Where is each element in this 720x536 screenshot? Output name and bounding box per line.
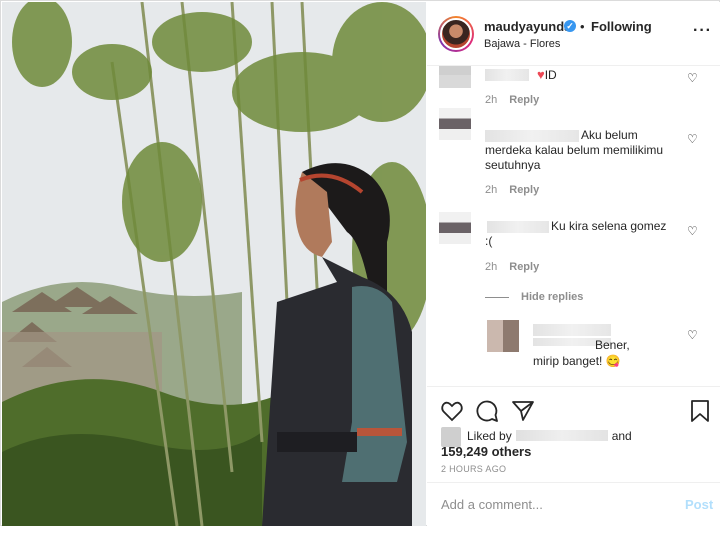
comment-time: 2h <box>485 184 498 196</box>
post-location[interactable]: Bajawa - Flores <box>484 38 560 50</box>
comment-text: ♥ID <box>537 67 557 83</box>
add-comment-input[interactable] <box>441 497 661 512</box>
share-icon[interactable] <box>511 399 535 423</box>
comment-like-heart-icon[interactable]: ♡ <box>687 132 698 146</box>
redacted-username <box>487 221 549 233</box>
add-comment-bar: Post <box>427 482 720 526</box>
comment-text-line: Ku kira selena gomez <box>551 219 667 233</box>
post-header: maudyayunda ✓ • Following Bajawa - Flore… <box>427 2 720 66</box>
comment-icon[interactable] <box>475 399 499 423</box>
redacted-username <box>485 130 579 142</box>
comment-text-line: merdeka kalau belum memilikimu <box>485 143 664 157</box>
comment-text-line: Aku belum <box>581 128 638 142</box>
comment-meta: 2h Reply <box>485 184 539 196</box>
redacted-liker <box>515 430 608 441</box>
instagram-post-frame: maudyayunda ✓ • Following Bajawa - Flore… <box>0 0 720 526</box>
comment-meta: 2h Reply <box>485 261 539 273</box>
reply-button[interactable]: Reply <box>509 94 539 106</box>
author-username[interactable]: maudyayunda <box>484 19 571 34</box>
photo-illustration <box>2 2 426 526</box>
verified-badge-icon: ✓ <box>564 20 576 32</box>
reply-button[interactable]: Reply <box>509 261 539 273</box>
reply-button[interactable]: Reply <box>509 184 539 196</box>
redacted-username <box>533 324 611 336</box>
avatar-image <box>440 18 472 50</box>
red-heart-emoji-icon: ♥ <box>537 67 545 82</box>
likes-count[interactable]: 159,249 others <box>441 444 531 459</box>
following-button[interactable]: Following <box>591 19 652 34</box>
comment-text-line: :( <box>485 234 493 248</box>
comment-text-value: ID <box>544 68 557 82</box>
author-avatar[interactable] <box>438 16 474 52</box>
reply-text-line: Bener, <box>595 338 630 352</box>
comment-time: 2h <box>485 94 498 106</box>
comment-like-heart-icon[interactable]: ♡ <box>687 71 698 85</box>
reply-text-line: mirip banget! 😋 <box>533 354 621 368</box>
comment-meta: 2h Reply <box>485 94 539 106</box>
commenter-avatar[interactable] <box>439 108 471 140</box>
hide-replies-button[interactable]: Hide replies <box>521 291 583 303</box>
bookmark-icon[interactable] <box>688 399 712 423</box>
post-comment-button[interactable]: Post <box>685 497 713 512</box>
post-sidebar: maudyayunda ✓ • Following Bajawa - Flore… <box>427 2 720 526</box>
redacted-username <box>485 69 529 81</box>
commenter-avatar[interactable] <box>439 66 471 88</box>
post-timestamp[interactable]: 2 HOURS AGO <box>441 464 506 474</box>
liked-by-prefix: Liked by <box>467 429 512 443</box>
comments-list: ♥ID ♡ 2h Reply Aku belum merdeka kalau be… <box>427 66 720 386</box>
reply-avatar[interactable] <box>487 320 519 352</box>
comment-like-heart-icon[interactable]: ♡ <box>687 328 698 342</box>
heart-icon[interactable] <box>440 399 464 423</box>
comment-time: 2h <box>485 261 498 273</box>
liked-by-text[interactable]: Liked by and <box>467 429 632 444</box>
post-photo[interactable] <box>2 2 426 526</box>
hide-replies-line <box>485 297 509 298</box>
comment-like-heart-icon[interactable]: ♡ <box>687 224 698 238</box>
more-horizontal-icon[interactable]: ··· <box>693 22 712 40</box>
comment-text-line: seutuhnya <box>485 158 541 172</box>
commenter-avatar[interactable] <box>439 212 471 244</box>
liked-by-suffix: and <box>611 429 632 443</box>
separator-dot: • <box>580 19 585 34</box>
